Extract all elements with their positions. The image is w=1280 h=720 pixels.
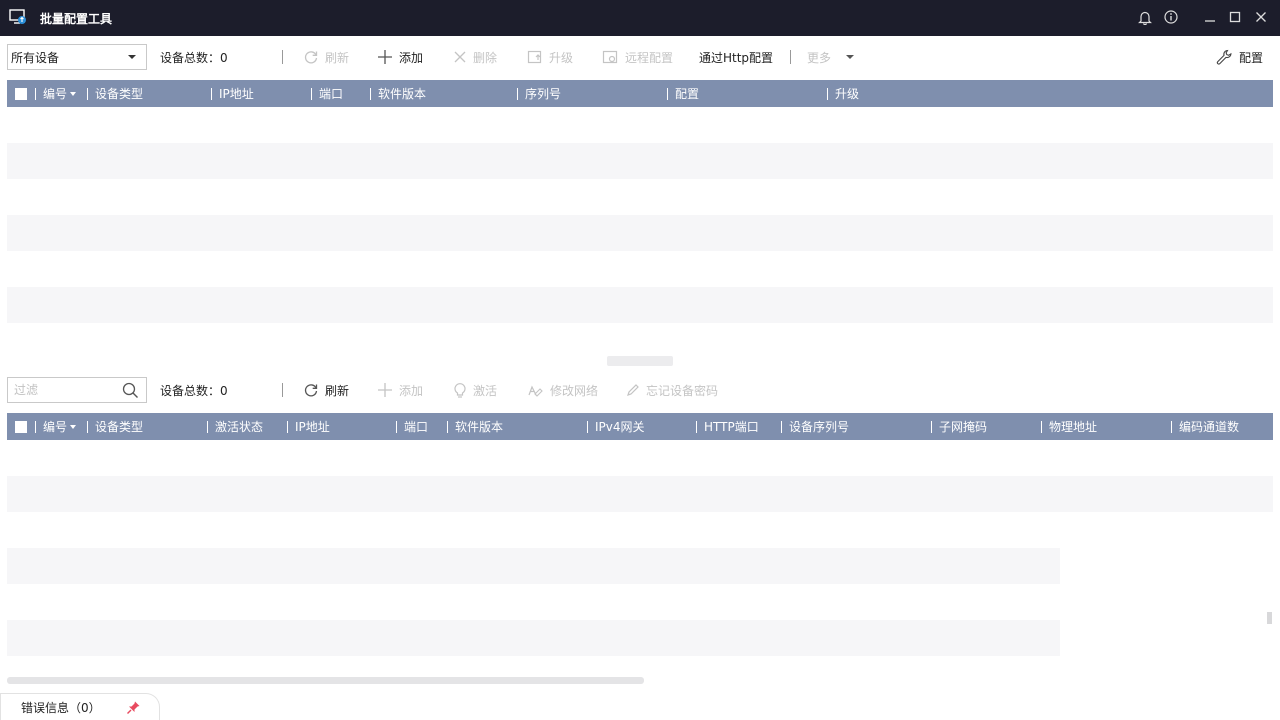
error-info-label: 错误信息（0）	[21, 700, 101, 715]
bottom-col-header[interactable]: 物理地址	[1041, 413, 1097, 440]
horizontal-scrollbar[interactable]	[7, 677, 644, 684]
top-delete-label: 删除	[473, 50, 498, 65]
remote-config-icon	[602, 50, 618, 64]
app-icon	[9, 9, 27, 25]
upgrade-icon	[527, 50, 542, 64]
table-row	[7, 107, 1273, 143]
top-col-header[interactable]: 端口	[311, 80, 343, 107]
pencil-icon	[627, 384, 639, 396]
refresh-icon	[304, 51, 318, 64]
bottom-toolbar: 设备总数：0 刷新 添加 激活 修改网络 忘记设备密码	[0, 375, 1280, 405]
sort-down-icon	[70, 91, 77, 96]
bottom-col-header[interactable]: 软件版本	[447, 413, 503, 440]
refresh-icon	[304, 384, 318, 397]
title-bar: 批量配置工具	[0, 0, 1280, 36]
maximize-icon[interactable]	[1226, 8, 1244, 26]
bottom-col-header[interactable]: IP地址	[287, 413, 330, 440]
panel-splitter-handle[interactable]	[607, 356, 673, 366]
activate-button[interactable]: 激活	[453, 375, 497, 405]
table-row	[7, 440, 1273, 476]
top-col-header[interactable]: 软件版本	[370, 80, 426, 107]
top-upgrade-label: 升级	[549, 50, 574, 65]
top-col-header[interactable]: 设备类型	[87, 80, 143, 107]
settings-label: 配置	[1239, 50, 1264, 65]
status-bar: 错误信息（0）	[0, 693, 1280, 720]
modify-network-button[interactable]: 修改网络	[527, 375, 598, 405]
bottom-col-header[interactable]: 编码通道数	[1171, 413, 1239, 440]
top-remote-config-button[interactable]: 远程配置	[602, 42, 673, 72]
settings-button[interactable]: 配置	[1216, 42, 1263, 72]
minimize-icon[interactable]	[1201, 8, 1219, 26]
http-config-button[interactable]: 通过Http配置	[699, 42, 773, 72]
plus-icon	[378, 50, 392, 64]
plus-icon	[378, 383, 392, 397]
table-row	[7, 548, 1060, 584]
top-refresh-button[interactable]: 刷新	[303, 42, 349, 72]
bell-icon[interactable]	[1136, 8, 1154, 26]
reset-password-button[interactable]: 忘记设备密码	[626, 375, 718, 405]
bottom-refresh-button[interactable]: 刷新	[303, 375, 349, 405]
bottom-col-header[interactable]: 设备序列号	[781, 413, 849, 440]
top-refresh-label: 刷新	[325, 50, 350, 65]
chevron-down-icon	[846, 55, 855, 59]
close-icon[interactable]	[1252, 8, 1270, 26]
top-device-total: 设备总数：0	[160, 50, 228, 65]
top-add-button[interactable]: 添加	[377, 42, 423, 72]
vertical-scrollbar[interactable]	[1267, 612, 1272, 624]
sort-down-icon	[70, 424, 77, 429]
bottom-add-button[interactable]: 添加	[377, 375, 423, 405]
more-label: 更多	[807, 50, 832, 65]
table-row	[7, 287, 1273, 323]
top-col-header[interactable]: 编号	[35, 80, 77, 107]
activate-label: 激活	[473, 383, 498, 398]
more-dropdown[interactable]: 更多	[807, 42, 857, 72]
reset-password-label: 忘记设备密码	[646, 383, 719, 398]
table-row	[7, 143, 1273, 179]
table-row	[7, 215, 1273, 251]
top-table-header: 编号 设备类型 IP地址 端口 软件版本 序列号 配置 升级	[7, 80, 1273, 107]
table-row	[7, 620, 1060, 656]
error-info-tab[interactable]: 错误信息（0）	[0, 693, 160, 720]
table-row	[7, 512, 1273, 548]
bottom-select-all-checkbox[interactable]	[15, 421, 27, 433]
info-icon[interactable]	[1162, 8, 1180, 26]
top-col-header[interactable]: 序列号	[517, 80, 561, 107]
toolbar-divider	[282, 50, 283, 64]
top-toolbar: 设备总数：0 刷新 添加 删除 升级 远程配置 通过Http配置 更多 配置	[0, 42, 1280, 72]
http-config-label: 通过Http配置	[699, 50, 774, 65]
table-row	[7, 476, 1273, 512]
toolbar-divider	[790, 50, 791, 64]
top-delete-button[interactable]: 删除	[453, 42, 497, 72]
bottom-col-header[interactable]: 端口	[396, 413, 428, 440]
bottom-col-header[interactable]: 子网掩码	[931, 413, 987, 440]
toolbar-divider	[282, 383, 283, 397]
table-row	[7, 251, 1273, 287]
top-remote-config-label: 远程配置	[625, 50, 674, 65]
top-col-header[interactable]: 配置	[667, 80, 699, 107]
bottom-refresh-label: 刷新	[325, 383, 350, 398]
top-select-all-checkbox[interactable]	[15, 88, 27, 100]
bottom-col-header[interactable]: 编号	[35, 413, 77, 440]
window-title: 批量配置工具	[40, 12, 113, 26]
top-col-header[interactable]: IP地址	[211, 80, 254, 107]
table-row	[7, 584, 1060, 620]
bottom-table-header: 编号 设备类型 激活状态 IP地址 端口 软件版本 IPv4网关 HTTP端口 …	[7, 413, 1273, 440]
network-edit-icon	[528, 385, 543, 397]
top-col-header[interactable]: 升级	[827, 80, 859, 107]
top-upgrade-button[interactable]: 升级	[527, 42, 573, 72]
bottom-col-header[interactable]: IPv4网关	[587, 413, 645, 440]
bottom-device-total: 设备总数：0	[160, 383, 228, 398]
table-row	[7, 323, 1273, 355]
lightbulb-icon	[454, 383, 466, 398]
bottom-add-label: 添加	[399, 383, 424, 398]
close-icon	[454, 51, 466, 63]
bottom-col-header[interactable]: 激活状态	[207, 413, 263, 440]
bottom-col-header[interactable]: 设备类型	[87, 413, 143, 440]
pin-icon[interactable]	[126, 700, 141, 715]
modify-network-label: 修改网络	[550, 383, 599, 398]
bottom-col-header[interactable]: HTTP端口	[696, 413, 759, 440]
table-row	[7, 179, 1273, 215]
wrench-icon	[1216, 49, 1232, 65]
top-add-label: 添加	[399, 50, 424, 65]
